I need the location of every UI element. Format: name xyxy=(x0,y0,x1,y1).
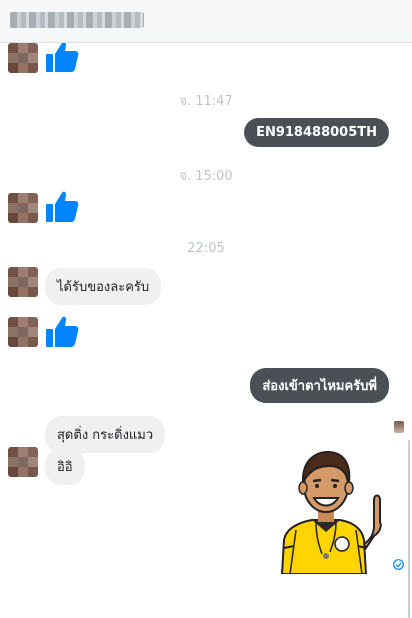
timestamp: จ. 11:47 xyxy=(179,94,233,109)
incoming-message[interactable]: ได้รับของละครับ xyxy=(45,268,162,305)
like-thumb-icon xyxy=(46,316,79,347)
read-receipt-avatar xyxy=(394,421,404,433)
thumbs-up-man-sticker[interactable] xyxy=(270,448,382,574)
like-thumb-icon xyxy=(46,43,79,72)
contact-avatar[interactable] xyxy=(8,43,38,73)
timestamp: 22:05 xyxy=(187,241,225,256)
contact-avatar[interactable] xyxy=(8,267,38,297)
timestamp: จ. 15:00 xyxy=(179,169,233,184)
outgoing-message[interactable]: ส่องเข้าตาไหมครับพี่ xyxy=(250,368,389,403)
scrollbar[interactable] xyxy=(408,440,410,618)
contact-name-blurred[interactable] xyxy=(10,12,144,28)
contact-avatar[interactable] xyxy=(8,447,38,477)
chat-header xyxy=(0,0,412,43)
incoming-message[interactable]: อิอิ xyxy=(45,448,85,485)
outgoing-message[interactable]: EN918488005TH xyxy=(244,118,389,147)
contact-avatar[interactable] xyxy=(8,193,38,223)
sent-check-icon xyxy=(393,559,404,570)
like-thumb-icon xyxy=(46,191,79,222)
contact-avatar[interactable] xyxy=(8,317,38,347)
